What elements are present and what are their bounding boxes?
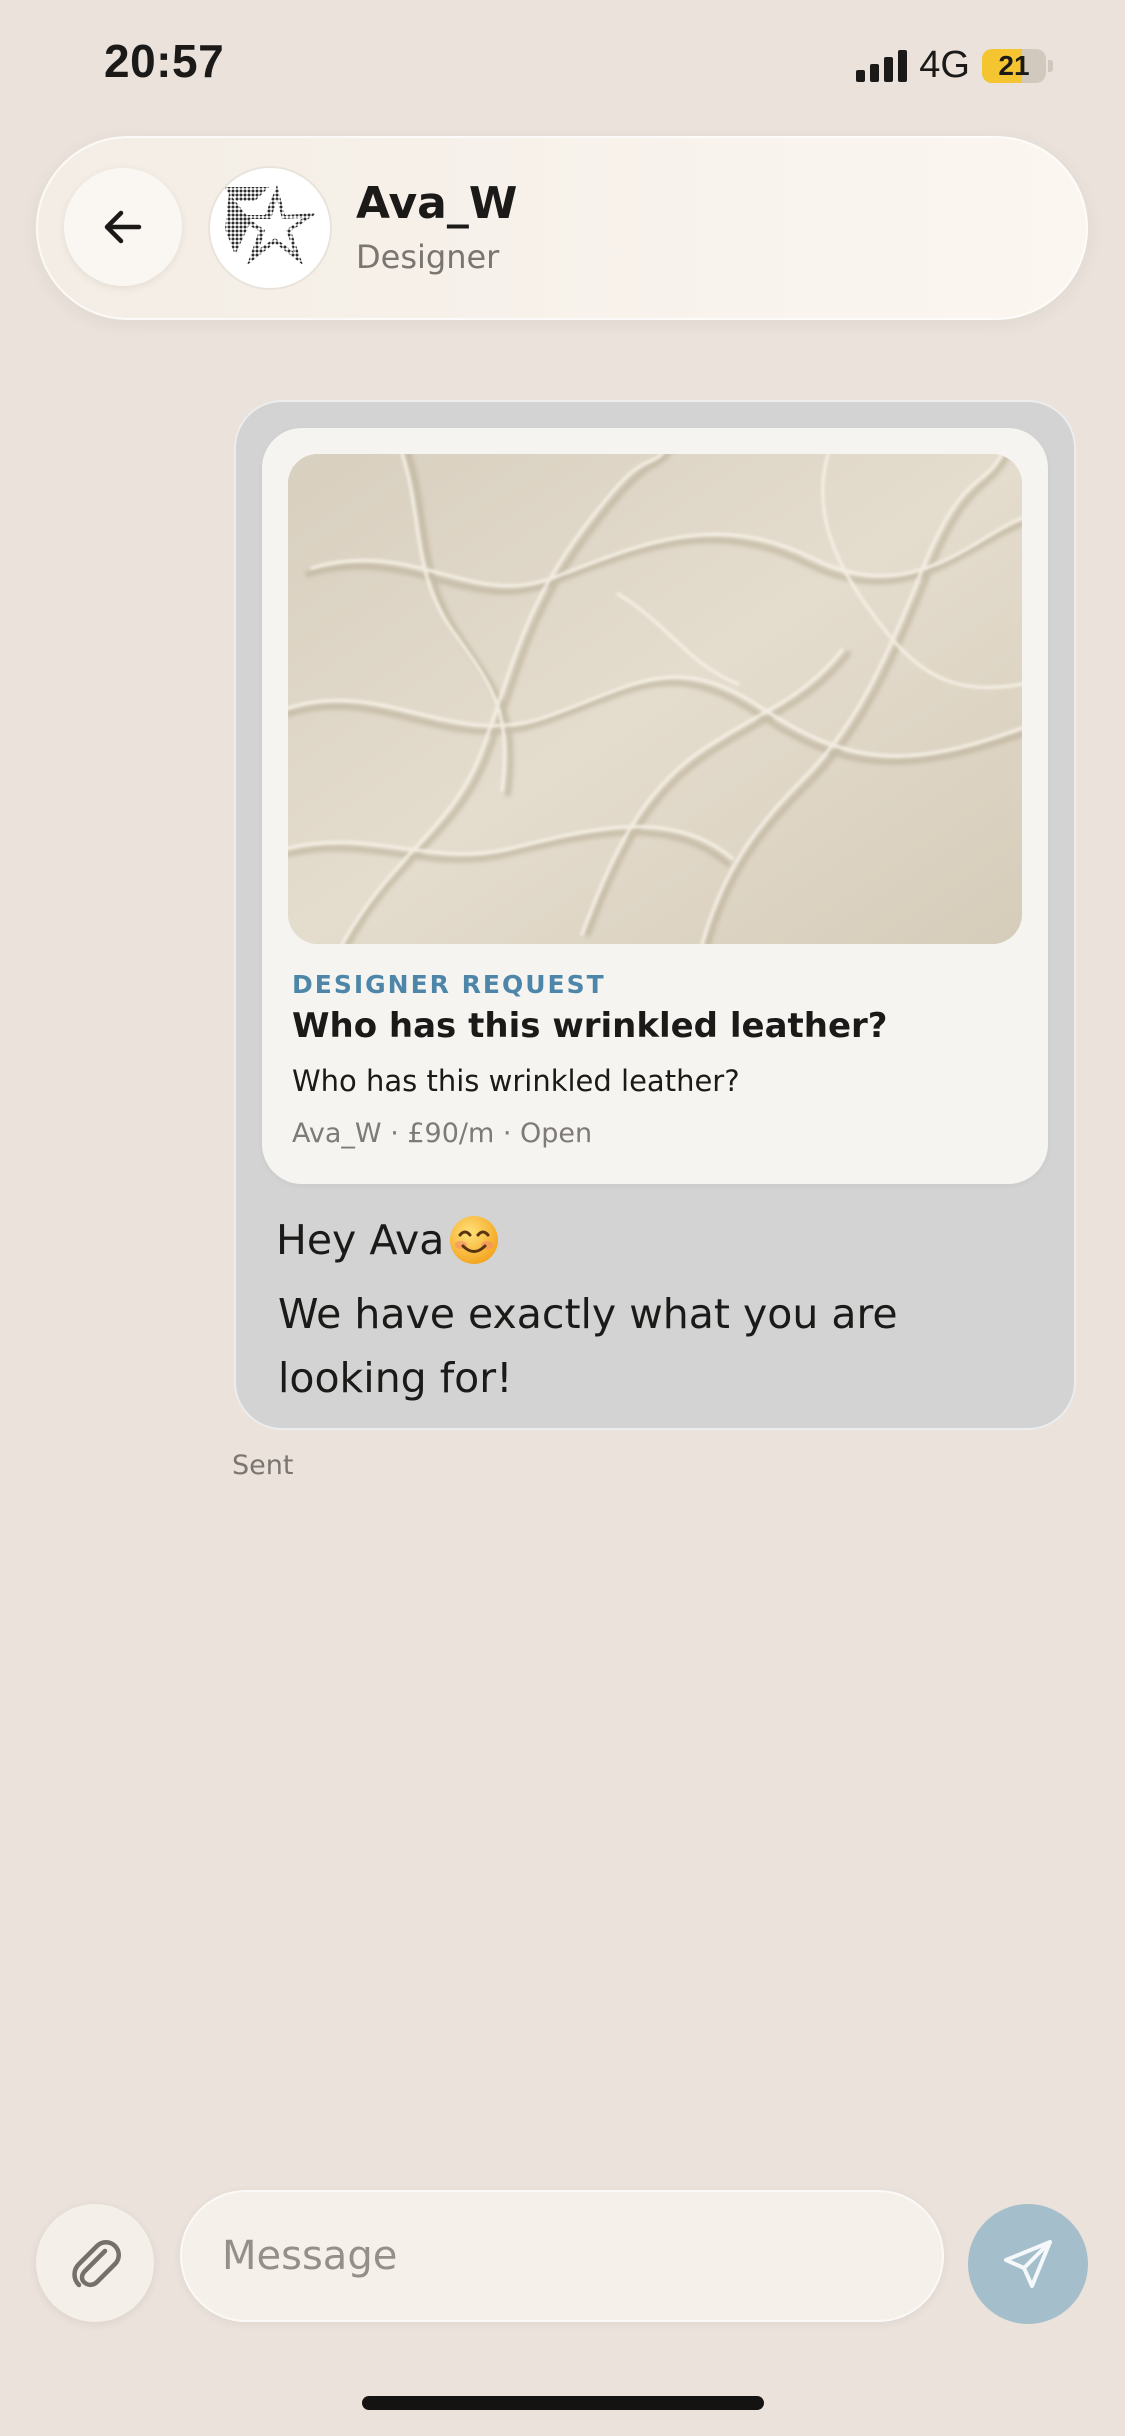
attach-button[interactable] — [36, 2204, 154, 2322]
message-status: Sent — [232, 1450, 294, 1481]
star-logo-icon — [223, 185, 317, 265]
avatar[interactable] — [210, 168, 330, 288]
message-greeting: Hey Ava — [276, 1216, 445, 1264]
send-icon — [1004, 2240, 1052, 2288]
card-title: Who has this wrinkled leather? — [292, 1006, 888, 1046]
message-line-1: Hey Ava — [276, 1214, 500, 1266]
signal-icon — [856, 49, 908, 82]
message-input[interactable] — [180, 2190, 944, 2322]
smiling-face-emoji — [450, 1216, 499, 1264]
arrow-left-icon — [104, 210, 142, 244]
contact-role: Designer — [356, 238, 500, 276]
card-meta: Ava_W · £90/m · Open — [292, 1118, 593, 1149]
home-indicator — [362, 2396, 764, 2410]
status-time: 20:57 — [104, 35, 225, 87]
leather-image[interactable] — [288, 454, 1022, 944]
battery-icon: 21 — [982, 48, 1046, 83]
status-indicators: 4G 21 — [856, 44, 1053, 87]
network-label: 4G — [919, 44, 970, 86]
battery-nub — [1048, 59, 1053, 72]
wrinkled-leather-photo — [288, 454, 1022, 944]
battery-level: 21 — [998, 49, 1030, 81]
send-button[interactable] — [968, 2204, 1088, 2324]
back-button[interactable] — [64, 168, 182, 286]
card-tag: DESIGNER REQUEST — [292, 970, 606, 999]
message-line-2: We have exactly what you are looking for… — [278, 1290, 898, 1402]
card-description: Who has this wrinkled leather? — [292, 1064, 740, 1098]
contact-name[interactable]: Ava_W — [356, 178, 517, 229]
paperclip-icon — [72, 2240, 121, 2288]
chat-header — [36, 136, 1088, 320]
